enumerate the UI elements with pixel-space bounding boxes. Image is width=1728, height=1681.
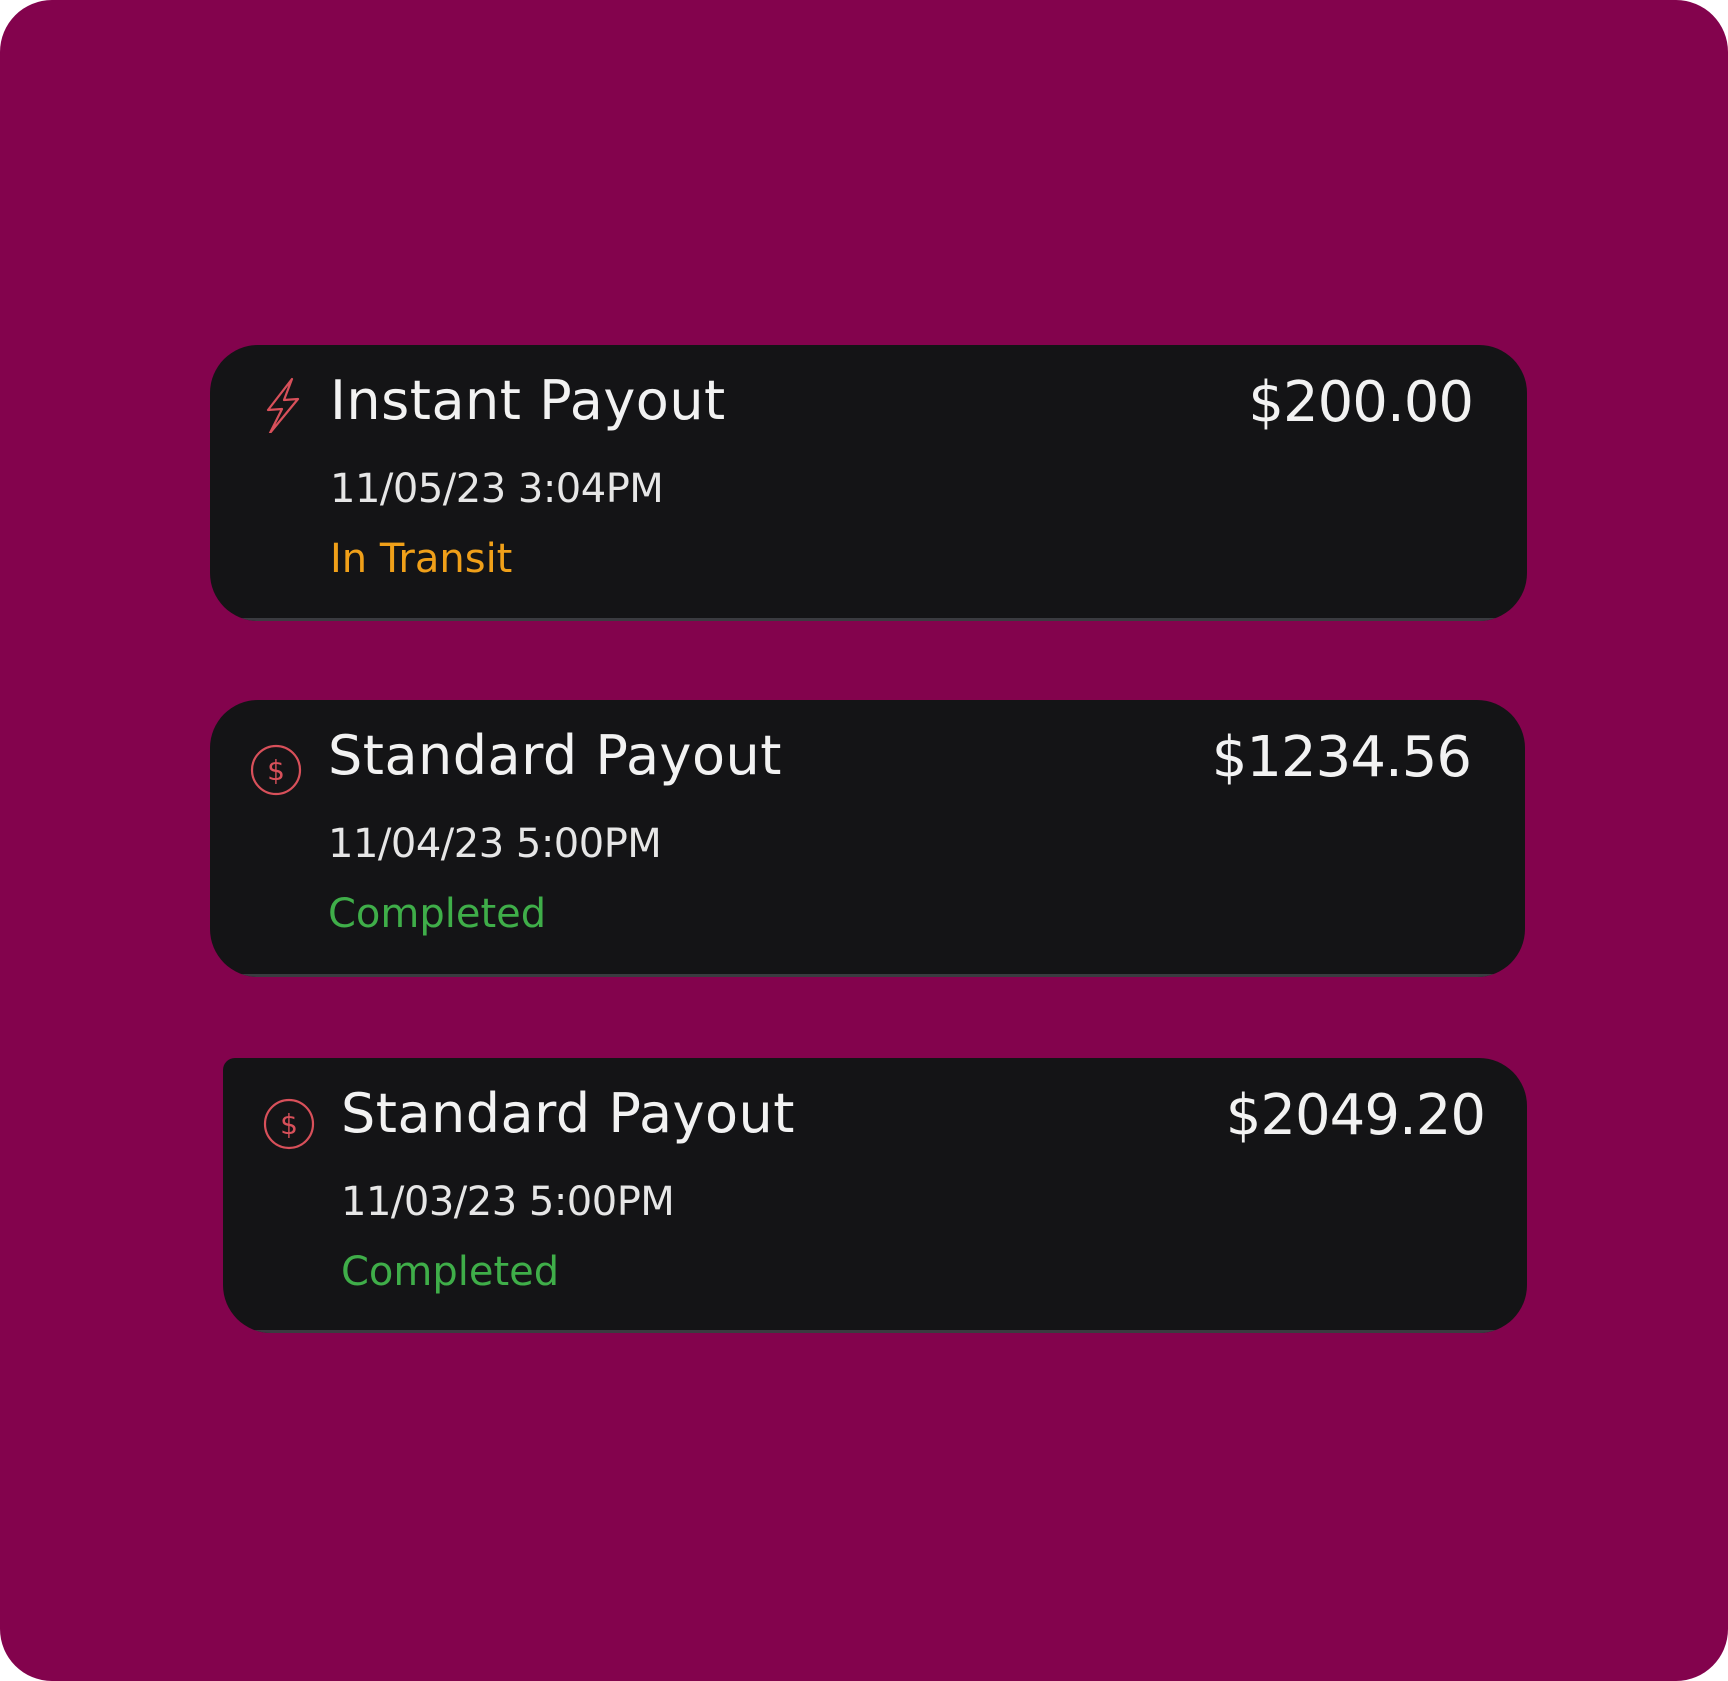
payout-datetime: 11/05/23 3:04PM bbox=[330, 466, 664, 512]
payout-card[interactable]: Instant Payout $200.00 11/05/23 3:04PM I… bbox=[210, 345, 1527, 621]
payout-amount: $1234.56 bbox=[1211, 725, 1472, 790]
payout-title: Standard Payout bbox=[341, 1082, 795, 1145]
payout-status: Completed bbox=[341, 1249, 560, 1295]
svg-text:$: $ bbox=[280, 1108, 298, 1141]
payout-amount: $200.00 bbox=[1248, 370, 1474, 435]
payout-status: In Transit bbox=[330, 536, 513, 582]
payout-card[interactable]: $ Standard Payout $1234.56 11/04/23 5:00… bbox=[210, 700, 1525, 977]
payout-title: Standard Payout bbox=[328, 724, 782, 787]
lightning-icon bbox=[254, 377, 310, 433]
payout-datetime: 11/03/23 5:00PM bbox=[341, 1179, 675, 1225]
payout-title: Instant Payout bbox=[330, 369, 726, 432]
payout-status: Completed bbox=[328, 891, 547, 937]
payout-datetime: 11/04/23 5:00PM bbox=[328, 821, 662, 867]
dollar-circle-icon: $ bbox=[261, 1096, 317, 1152]
payout-card[interactable]: $ Standard Payout $2049.20 11/03/23 5:00… bbox=[223, 1058, 1527, 1333]
payout-amount: $2049.20 bbox=[1225, 1083, 1486, 1148]
dollar-circle-icon: $ bbox=[248, 742, 304, 798]
svg-text:$: $ bbox=[267, 754, 285, 787]
payout-list-frame: Instant Payout $200.00 11/05/23 3:04PM I… bbox=[0, 0, 1728, 1681]
